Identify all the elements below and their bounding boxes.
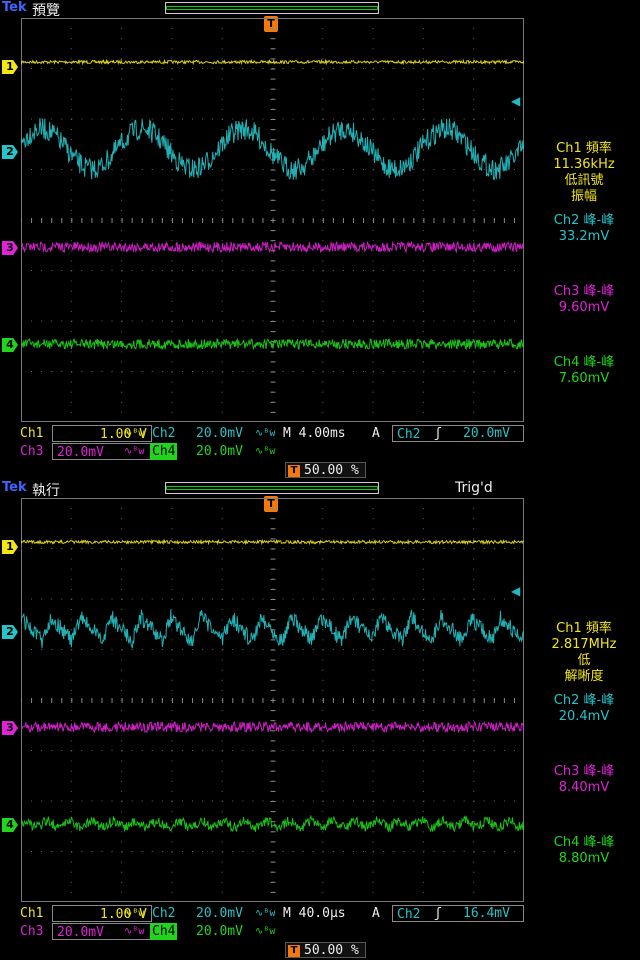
ch4-label[interactable]: Ch4 [150,923,178,940]
ch4-marker[interactable]: 4 [2,818,18,832]
record-view-window[interactable] [166,6,378,10]
timebase[interactable]: M 40.0µs [283,905,346,922]
bw-limit-icon: ∿ᴮw [124,428,145,439]
bw-limit-icon: ∿ᴮw [255,926,276,937]
measurement-ch1: Ch1 頻率 2.817MHz 低解晰度 [551,621,617,684]
status-bar: Tek 執行 Trig'd [0,480,640,499]
graticule-grid [21,498,524,902]
ch4-scale[interactable]: 20.0mV [196,923,243,940]
trigger-slope-icon: ʃ [434,906,442,921]
trigger-level[interactable]: 16.4mV [463,905,510,922]
acquisition-mode: 執行 [32,483,60,499]
acquisition-mode: 預覽 [32,3,60,19]
measurement-ch2: Ch2 峰-峰 33.2mV [553,213,615,244]
ch4-trace [21,337,524,351]
ch1-label[interactable]: Ch1 [20,425,43,442]
ch3-marker[interactable]: 3 [2,721,18,735]
ch1-trace [21,58,524,66]
measurement-ch4: Ch4 峰-峰 8.80mV [553,835,615,866]
trigger-t-icon: T [288,464,300,477]
ch1-marker[interactable]: 1 [2,60,18,74]
ch4-scale[interactable]: 20.0mV [196,443,243,460]
waveform-traces [21,58,524,351]
trigger-mode: A [372,426,380,441]
trigger-mode: A [372,906,380,921]
waveform-traces [21,538,524,833]
ch3-marker[interactable]: 3 [2,241,18,255]
bw-limit-icon: ∿ᴮw [124,926,145,937]
bw-limit-icon: ∿ᴮw [124,908,145,919]
record-view-window[interactable] [166,486,378,490]
ch1-trace [21,538,524,546]
trigger-t-icon: T [288,944,300,957]
measurement-ch3: Ch3 峰-峰 8.40mV [553,764,615,795]
measurement-ch3: Ch3 峰-峰 9.60mV [553,284,615,315]
record-length-bar[interactable] [165,482,379,494]
ch2-label[interactable]: Ch2 [152,425,175,442]
ch4-label[interactable]: Ch4 [150,443,178,460]
scope-screen-run: Tek 執行 Trig'd T 1 2 3 4 ◀ Ch1 頻率 2.817MHz… [0,480,640,960]
horizontal-position[interactable]: T 50.00 % [285,942,366,958]
ch3-label[interactable]: Ch3 [20,923,43,940]
ch1-marker[interactable]: 1 [2,540,18,554]
horizontal-position[interactable]: T 50.00 % [285,462,366,478]
trigger-level-arrow-icon[interactable]: ◀ [511,94,520,108]
ch2-marker[interactable]: 2 [2,145,18,159]
trigger-status: Trig'd [455,480,493,496]
record-length-bar[interactable] [165,2,379,14]
trigger-slope-icon: ʃ [434,426,442,441]
ch2-trace [21,609,524,649]
status-bar: Tek 預覽 [0,0,640,19]
graticule [21,18,524,422]
measurement-ch2: Ch2 峰-峰 20.4mV [553,693,615,724]
ch2-marker[interactable]: 2 [2,625,18,639]
measurement-ch4: Ch4 峰-峰 7.60mV [553,355,615,386]
ch3-label[interactable]: Ch3 [20,443,43,460]
ch2-trace [21,118,524,181]
trigger-level-arrow-icon[interactable]: ◀ [511,584,520,598]
bw-limit-icon: ∿ᴮw [255,908,276,919]
trigger-level[interactable]: 20.0mV [463,425,510,442]
scale-readout: Ch1 1.00 V ∿ᴮw Ch2 20.0mV ∿ᴮw M 40.0µs A… [0,905,640,945]
timebase[interactable]: M 4.00ms [283,425,346,442]
ch4-trace [21,814,524,833]
graticule-grid [21,18,524,422]
ch1-label[interactable]: Ch1 [20,905,43,922]
ch2-label[interactable]: Ch2 [152,905,175,922]
scale-readout: Ch1 1.00 V ∿ᴮw Ch2 20.0mV ∿ᴮw M 4.00ms A… [0,425,640,465]
ch2-scale[interactable]: 20.0mV [196,425,243,442]
measurement-ch1: Ch1 頻率 11.36kHz 低訊號 振幅 [553,141,615,204]
tek-logo: Tek [2,0,27,15]
ch2-scale[interactable]: 20.0mV [196,905,243,922]
bw-limit-icon: ∿ᴮw [255,428,276,439]
bw-limit-icon: ∿ᴮw [255,446,276,457]
bw-limit-icon: ∿ᴮw [124,446,145,457]
ch4-marker[interactable]: 4 [2,338,18,352]
scope-screen-preview: Tek 預覽 T 1 2 3 4 ◀ Ch1 頻率 11.36kHz 低訊號 振幅 … [0,0,640,480]
graticule [21,498,524,902]
tek-logo: Tek [2,480,27,495]
